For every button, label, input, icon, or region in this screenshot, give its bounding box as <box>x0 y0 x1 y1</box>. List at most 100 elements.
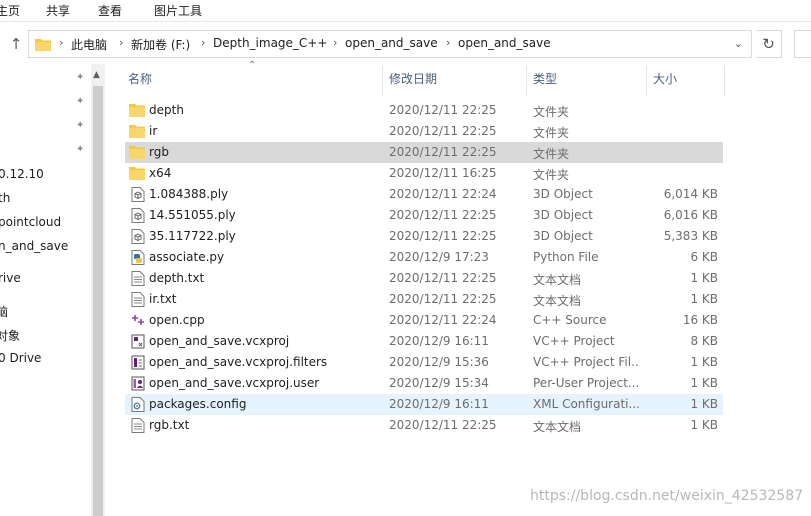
address-bar[interactable]: › 此电脑 › 新加卷 (F:) › Depth_image_C++ › ope… <box>28 30 752 58</box>
file-type: 文本文档 <box>533 420 582 434</box>
file-date: 2020/12/9 15:34 <box>389 376 489 390</box>
column-divider[interactable] <box>526 66 527 96</box>
nav-item-pointcloud[interactable]: pointcloud <box>0 215 61 229</box>
file-name: ir <box>149 124 158 138</box>
pin-icon[interactable]: ✦ <box>76 120 86 132</box>
file-row[interactable]: ir.txt 2020/12/11 22:25 文本文档 1 KB <box>125 289 723 310</box>
file-row[interactable]: depth 2020/12/11 22:25 文件夹 <box>125 100 723 121</box>
file-row[interactable]: rgb.txt 2020/12/11 22:25 文本文档 1 KB <box>125 415 723 436</box>
file-row[interactable]: associate.py 2020/12/9 17:23 Python File 6 … <box>125 247 723 268</box>
scroll-up-icon[interactable]: ▲ <box>93 70 100 80</box>
file-type: 文本文档 <box>533 294 582 308</box>
file-size: 1 KB <box>690 271 718 285</box>
file-date: 2020/12/11 22:25 <box>389 124 497 138</box>
file-name: open_and_save.vcxproj.user <box>149 376 320 390</box>
column-header-name[interactable]: 名称 <box>128 70 152 92</box>
file-type: C++ Source <box>533 313 607 327</box>
file-size: 6,016 KB <box>663 208 718 222</box>
tab-share[interactable]: 共享 <box>46 2 70 19</box>
file-date: 2020/12/11 22:25 <box>389 271 497 285</box>
file-size: 16 KB <box>682 313 718 327</box>
file-name: rgb.txt <box>149 418 190 432</box>
up-arrow-icon[interactable]: ↑ <box>6 34 26 54</box>
file-row[interactable]: open_and_save.vcxproj.user 2020/12/9 15:3… <box>125 373 723 394</box>
ribbon-tabs: 主页 共享 查看 图片工具 <box>0 0 811 22</box>
tab-view[interactable]: 查看 <box>98 2 122 19</box>
refresh-icon[interactable]: ↻ <box>756 30 782 58</box>
column-divider[interactable] <box>382 66 383 96</box>
tab-home[interactable]: 主页 <box>0 2 20 19</box>
pin-icon[interactable]: ✦ <box>76 96 86 108</box>
file-type: 文件夹 <box>533 168 570 182</box>
file-type: 3D Object <box>533 187 593 201</box>
breadcrumb-depth-image[interactable]: Depth_image_C++ <box>213 36 327 50</box>
breadcrumb-this-pc[interactable]: 此电脑 <box>71 36 107 53</box>
file-name: depth.txt <box>149 271 205 285</box>
file-name: open_and_save.vcxproj.filters <box>149 355 328 369</box>
file-name: ir.txt <box>149 292 177 306</box>
column-header-date[interactable]: 修改日期 <box>389 70 437 92</box>
breadcrumb-volume-f[interactable]: 新加卷 (F:) <box>131 36 190 53</box>
breadcrumb-separator: › <box>59 36 64 49</box>
file-date: 2020/12/11 22:25 <box>389 229 497 243</box>
pin-icon[interactable]: ✦ <box>76 72 86 84</box>
column-header-size[interactable]: 大小 <box>653 70 677 92</box>
breadcrumb-open-and-save[interactable]: open_and_save <box>345 36 438 50</box>
file-row[interactable]: rgb 2020/12/11 22:25 文件夹 <box>125 142 723 163</box>
file-type: Python File <box>533 250 599 264</box>
file-date: 2020/12/11 16:25 <box>389 166 497 180</box>
file-row[interactable]: packages.config 2020/12/9 16:11 XML Config… <box>125 394 723 415</box>
breadcrumb-separator: › <box>446 36 451 49</box>
nav-item-this-pc[interactable]: 脑 <box>0 303 8 320</box>
file-row[interactable]: 1.084388.ply 2020/12/11 22:24 3D Object 6,0… <box>125 184 723 205</box>
nav-item-onedrive[interactable]: rive <box>0 271 21 285</box>
file-row[interactable]: open_and_save.vcxproj.filters 2020/12/9 1… <box>125 352 723 373</box>
tab-picture-tools[interactable]: 图片工具 <box>154 2 202 19</box>
file-size: 5,383 KB <box>663 229 718 243</box>
file-type: 文件夹 <box>533 126 570 140</box>
search-input[interactable] <box>794 30 811 58</box>
file-row[interactable]: x64 2020/12/11 16:25 文件夹 <box>125 163 723 184</box>
file-name: open.cpp <box>149 313 205 327</box>
file-size: 6 KB <box>690 250 718 264</box>
file-row[interactable]: 35.117722.ply 2020/12/11 22:25 3D Object 5,… <box>125 226 723 247</box>
file-name: 35.117722.ply <box>149 229 236 243</box>
file-name: rgb <box>149 145 169 159</box>
nav-scrollbar-thumb[interactable] <box>93 86 103 516</box>
file-date: 2020/12/9 16:11 <box>389 397 489 411</box>
file-type: VC++ Project <box>533 334 615 348</box>
file-type: 文件夹 <box>533 105 570 119</box>
file-row[interactable]: depth.txt 2020/12/11 22:25 文本文档 1 KB <box>125 268 723 289</box>
column-header-type[interactable]: 类型 <box>533 70 557 92</box>
file-date: 2020/12/9 15:36 <box>389 355 489 369</box>
column-divider[interactable] <box>646 66 647 96</box>
file-type: 3D Object <box>533 229 593 243</box>
nav-item-drive[interactable]: 0 Drive <box>0 351 41 365</box>
file-size: 1 KB <box>690 397 718 411</box>
file-row[interactable]: open.cpp 2020/12/11 22:24 C++ Source 16 KB <box>125 310 723 331</box>
file-name: 1.084388.ply <box>149 187 229 201</box>
breadcrumb-open-and-save-current[interactable]: open_and_save <box>458 36 551 50</box>
file-size: 1 KB <box>690 418 718 432</box>
chevron-down-icon[interactable]: ⌄ <box>734 37 743 50</box>
file-date: 2020/12/11 22:25 <box>389 292 497 306</box>
breadcrumb-separator: › <box>201 36 206 49</box>
nav-item-3d-objects[interactable]: 对象 <box>0 327 20 344</box>
file-type: 文件夹 <box>533 147 570 161</box>
sort-ascending-icon: ⌃ <box>248 60 257 71</box>
file-row[interactable]: ir 2020/12/11 22:25 文件夹 <box>125 121 723 142</box>
file-date: 2020/12/11 22:25 <box>389 103 497 117</box>
nav-item-version[interactable]: 0.12.10 <box>0 167 44 181</box>
file-size: 1 KB <box>690 376 718 390</box>
column-divider[interactable] <box>724 66 725 96</box>
file-type: Per-User Project... <box>533 376 639 390</box>
folder-icon <box>35 39 51 51</box>
nav-item-depth[interactable]: th <box>0 191 10 205</box>
file-row[interactable]: open_and_save.vcxproj 2020/12/9 16:11 VC++… <box>125 331 723 352</box>
file-row[interactable]: 14.551055.ply 2020/12/11 22:25 3D Object 6,… <box>125 205 723 226</box>
file-date: 2020/12/9 17:23 <box>389 250 489 264</box>
breadcrumb-separator: › <box>119 36 124 49</box>
pin-icon[interactable]: ✦ <box>76 144 86 156</box>
nav-item-open-and-save[interactable]: n_and_save <box>0 239 68 253</box>
file-date: 2020/12/11 22:25 <box>389 208 497 222</box>
